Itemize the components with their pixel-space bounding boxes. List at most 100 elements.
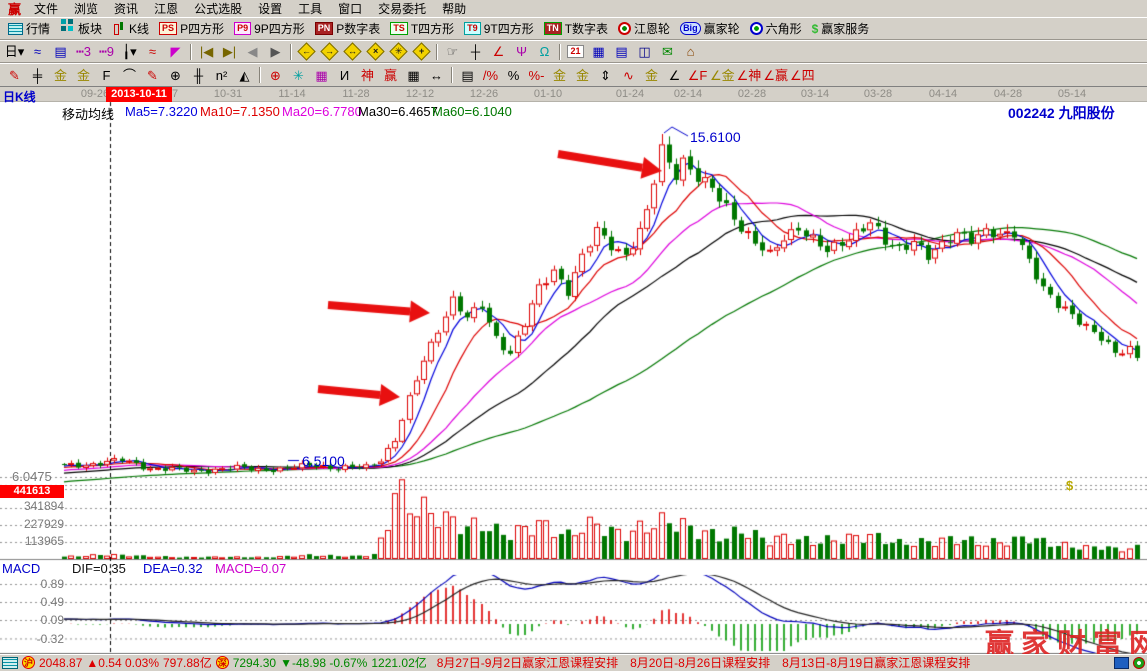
tool-ying-angle[interactable]: ∠赢 <box>762 66 789 85</box>
menu-trading[interactable]: 交易委托 <box>370 0 434 18</box>
quotes-grid-icon[interactable] <box>2 657 18 669</box>
tool-gold-line[interactable]: 金 <box>571 66 594 85</box>
tool-save[interactable]: ◫ <box>633 42 656 61</box>
tool-sectors[interactable]: 板块 <box>55 19 107 38</box>
tool-info-panel[interactable]: ▤ <box>49 42 72 61</box>
tool-flag-histogram[interactable]: ◤ <box>164 42 187 61</box>
p-square-icon: PS <box>159 22 177 35</box>
tool-n-squared[interactable]: n² <box>210 66 233 85</box>
tool-gold-grid-2[interactable]: 金 <box>72 66 95 85</box>
tool-calendar[interactable]: 21 <box>564 42 587 61</box>
tool-hexagon[interactable]: 六角形 <box>745 19 807 38</box>
tool-percent-slash[interactable]: /% <box>479 66 502 85</box>
tool-9p-square[interactable]: P99P四方形 <box>229 19 310 38</box>
tool-p-number[interactable]: PNP数字表 <box>310 19 386 38</box>
tool-t-square[interactable]: TST四方形 <box>385 19 459 38</box>
menu-settings[interactable]: 设置 <box>250 0 290 18</box>
tool-quotes[interactable]: 行情 <box>3 19 55 38</box>
tool-draw-brush[interactable]: ✎ <box>3 66 26 85</box>
tool-si-angle[interactable]: ∠四 <box>789 66 816 85</box>
tool-shift-right-diamond[interactable]: → <box>318 42 341 61</box>
tool-f-angle[interactable]: ∠F <box>686 66 709 85</box>
tool-protractor[interactable]: ◭ <box>233 66 256 85</box>
menu-tools[interactable]: 工具 <box>290 0 330 18</box>
date-tick: 11-14 <box>278 88 305 100</box>
menu-help[interactable]: 帮助 <box>434 0 474 18</box>
tool-t-number[interactable]: TNT数字表 <box>539 19 613 38</box>
tool-candle-style-selector[interactable]: ╽▾ <box>118 42 141 61</box>
tool-compress-all-diamond[interactable]: ✳ <box>387 42 410 61</box>
menu-gann[interactable]: 江恩 <box>146 0 186 18</box>
tool-body-tool[interactable]: Ψ <box>510 42 533 61</box>
tool-page-prev[interactable]: ◀ <box>241 42 264 61</box>
menu-news[interactable]: 资讯 <box>106 0 146 18</box>
tool-p-square[interactable]: PSP四方形 <box>154 19 229 38</box>
tool-goto-first[interactable]: |◀ <box>195 42 218 61</box>
web-grid-icon: ▦ <box>315 69 327 82</box>
tool-web-grid[interactable]: ▦ <box>310 66 333 85</box>
tool-expand-x-diamond[interactable]: ↔ <box>341 42 364 61</box>
tool-angle-measure[interactable]: ∠ <box>487 42 510 61</box>
menu-file[interactable]: 文件 <box>26 0 66 18</box>
tool-compress-x-diamond[interactable]: × <box>364 42 387 61</box>
tool-order-cart[interactable]: ⌂ <box>679 42 702 61</box>
tool-crosshair[interactable]: ┼ <box>464 42 487 61</box>
tool-kline[interactable]: K线 <box>107 19 154 38</box>
tool-arc-grid[interactable]: ⌒ <box>118 66 141 85</box>
tool-ruler-123[interactable]: ▦ <box>402 66 425 85</box>
tool-shen-angle[interactable]: ∠神 <box>736 66 763 85</box>
tool-bars-3[interactable]: ┅3 <box>72 42 95 61</box>
tool-calculator[interactable]: ▦ <box>587 42 610 61</box>
tool-overlay-waves[interactable]: ≈ <box>26 42 49 61</box>
tool-winner-service[interactable]: $赢家服务 <box>807 19 875 38</box>
tool-shift-left-diamond[interactable]: ← <box>295 42 318 61</box>
tool-gann-grid[interactable]: ╪ <box>26 66 49 85</box>
9t-square-icon: T9 <box>464 22 481 35</box>
drawing-toolbar: ✎╪金金F⌒✎⊕╫n²◭⊕✳▦И神赢▦↔▤/%%%-金金⇕∿金∠∠F∠金∠神∠赢… <box>0 63 1147 87</box>
tool-percent[interactable]: % <box>502 66 525 85</box>
news-ticker: 8月27日-9月2日赢家江恩课程安排 8月20日-8月26日课程安排 8月13日… <box>437 654 1110 670</box>
tool-wave-avg[interactable]: ∿ <box>617 66 640 85</box>
tool-knot-tool[interactable]: Ω <box>533 42 556 61</box>
tool-web-mail[interactable]: ✉ <box>656 42 679 61</box>
tool-shen-grid[interactable]: 神 <box>356 66 379 85</box>
menu-window[interactable]: 窗口 <box>330 0 370 18</box>
tool-f-grid[interactable]: F <box>95 66 118 85</box>
tool-trend-wave-red[interactable]: ≈ <box>141 42 164 61</box>
tool-gann-wheel[interactable]: 江恩轮 <box>613 19 675 38</box>
tool-j-angle[interactable]: ∠ <box>663 66 686 85</box>
draw-brush-icon: ✎ <box>9 69 20 82</box>
flag-histogram-icon: ◤ <box>171 45 181 58</box>
tool-gold-circle[interactable]: 金 <box>548 66 571 85</box>
tool-gold-channel[interactable]: 金 <box>640 66 663 85</box>
tool-width-arrows[interactable]: ↔ <box>425 66 448 85</box>
tool-grid-small[interactable]: ╫ <box>187 66 210 85</box>
tool-compass-circle[interactable]: ⊕ <box>264 66 287 85</box>
tool-gold-angle[interactable]: ∠金 <box>709 66 736 85</box>
tool-page-next[interactable]: ▶ <box>264 42 287 61</box>
tool-price-needle[interactable]: ⇕ <box>594 66 617 85</box>
tool-bars-9[interactable]: ┅9 <box>95 42 118 61</box>
k-mark-icon: И <box>340 69 349 82</box>
menu-stock-picker[interactable]: 公式选股 <box>186 0 250 18</box>
tool-star-grid[interactable]: ✳ <box>287 66 310 85</box>
sectors-icon <box>61 19 66 24</box>
tool-notes[interactable]: ▤ <box>610 42 633 61</box>
tool-goto-last[interactable]: ▶| <box>218 42 241 61</box>
tool-stats-table[interactable]: ▤ <box>456 66 479 85</box>
info-panel-icon: ▤ <box>54 45 66 58</box>
tool-percent-line[interactable]: %- <box>525 66 548 85</box>
tool-period-day-selector[interactable]: 日▾ <box>3 42 26 61</box>
drag-hand-icon: ☞ <box>447 45 459 58</box>
menu-browse[interactable]: 浏览 <box>66 0 106 18</box>
tool-expand-all-diamond[interactable]: + <box>410 42 433 61</box>
tool-drag-hand[interactable]: ☞ <box>441 42 464 61</box>
tool-k-mark[interactable]: И <box>333 66 356 85</box>
tool-brush-2[interactable]: ✎ <box>141 66 164 85</box>
tool-gold-grid-1[interactable]: 金 <box>49 66 72 85</box>
status-bar: 沪 2048.87 ▲0.54 0.03% 797.88亿 深 7294.30 … <box>0 654 1147 670</box>
tool-circle-gann[interactable]: ⊕ <box>164 66 187 85</box>
tool-ying-grid[interactable]: 赢 <box>379 66 402 85</box>
tool-9t-square[interactable]: T99T四方形 <box>459 19 539 38</box>
tool-winner-wheel[interactable]: Big赢家轮 <box>675 19 745 38</box>
